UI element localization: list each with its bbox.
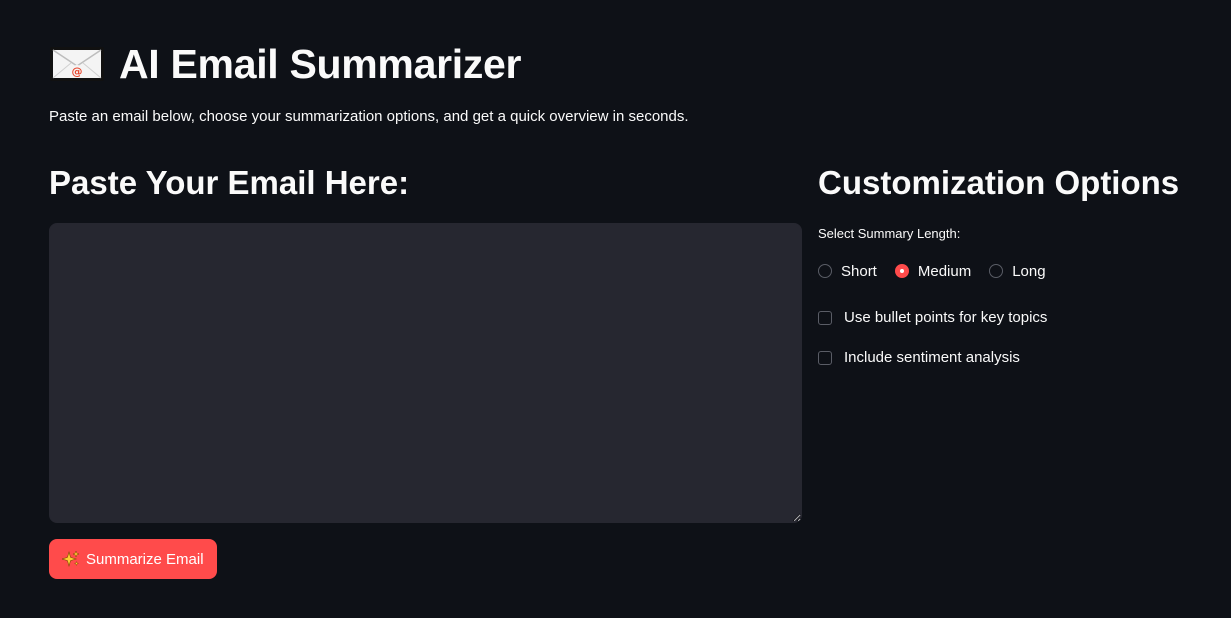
- summary-length-radio-group: Short Medium Long: [818, 260, 1064, 282]
- sentiment-analysis-checkbox[interactable]: [818, 350, 832, 365]
- radio-medium-indicator[interactable]: [894, 264, 909, 278]
- page-subtitle: Paste an email below, choose your summar…: [49, 108, 689, 125]
- options-heading: Customization Options: [818, 164, 1180, 201]
- radio-long-indicator[interactable]: [989, 264, 1004, 278]
- summarize-email-button[interactable]: Summarize Email: [49, 539, 217, 579]
- sentiment-checkbox-row[interactable]: Include sentiment analysis: [818, 349, 1020, 366]
- summary-length-label: Select Summary Length:: [818, 226, 961, 241]
- title-row: @ AI Email Summarizer: [49, 38, 521, 90]
- radio-option-long[interactable]: Long: [989, 262, 1046, 280]
- radio-short-indicator[interactable]: [818, 264, 832, 278]
- incoming-envelope-icon: @: [49, 46, 105, 82]
- summarize-button-label: Summarize Email: [86, 550, 204, 568]
- email-input-container: [49, 223, 802, 523]
- bullet-points-checkbox[interactable]: [818, 310, 832, 325]
- radio-medium-label: Medium: [917, 262, 972, 280]
- app-page: @ AI Email Summarizer Paste an email bel…: [0, 0, 1231, 618]
- bullet-points-checkbox-row[interactable]: Use bullet points for key topics: [818, 309, 1047, 326]
- svg-text:@: @: [72, 65, 83, 78]
- bullet-points-label: Use bullet points for key topics: [844, 309, 1048, 326]
- email-section-heading: Paste Your Email Here:: [49, 164, 410, 201]
- email-textarea[interactable]: [49, 223, 802, 523]
- page-title: AI Email Summarizer: [119, 40, 522, 87]
- radio-option-short[interactable]: Short: [818, 263, 877, 280]
- sparkles-icon: [60, 550, 80, 568]
- radio-long-label: Long: [1012, 262, 1046, 280]
- radio-short-label: Short: [841, 262, 877, 280]
- sentiment-analysis-label: Include sentiment analysis: [844, 349, 1020, 366]
- radio-option-medium[interactable]: Medium: [894, 262, 972, 280]
